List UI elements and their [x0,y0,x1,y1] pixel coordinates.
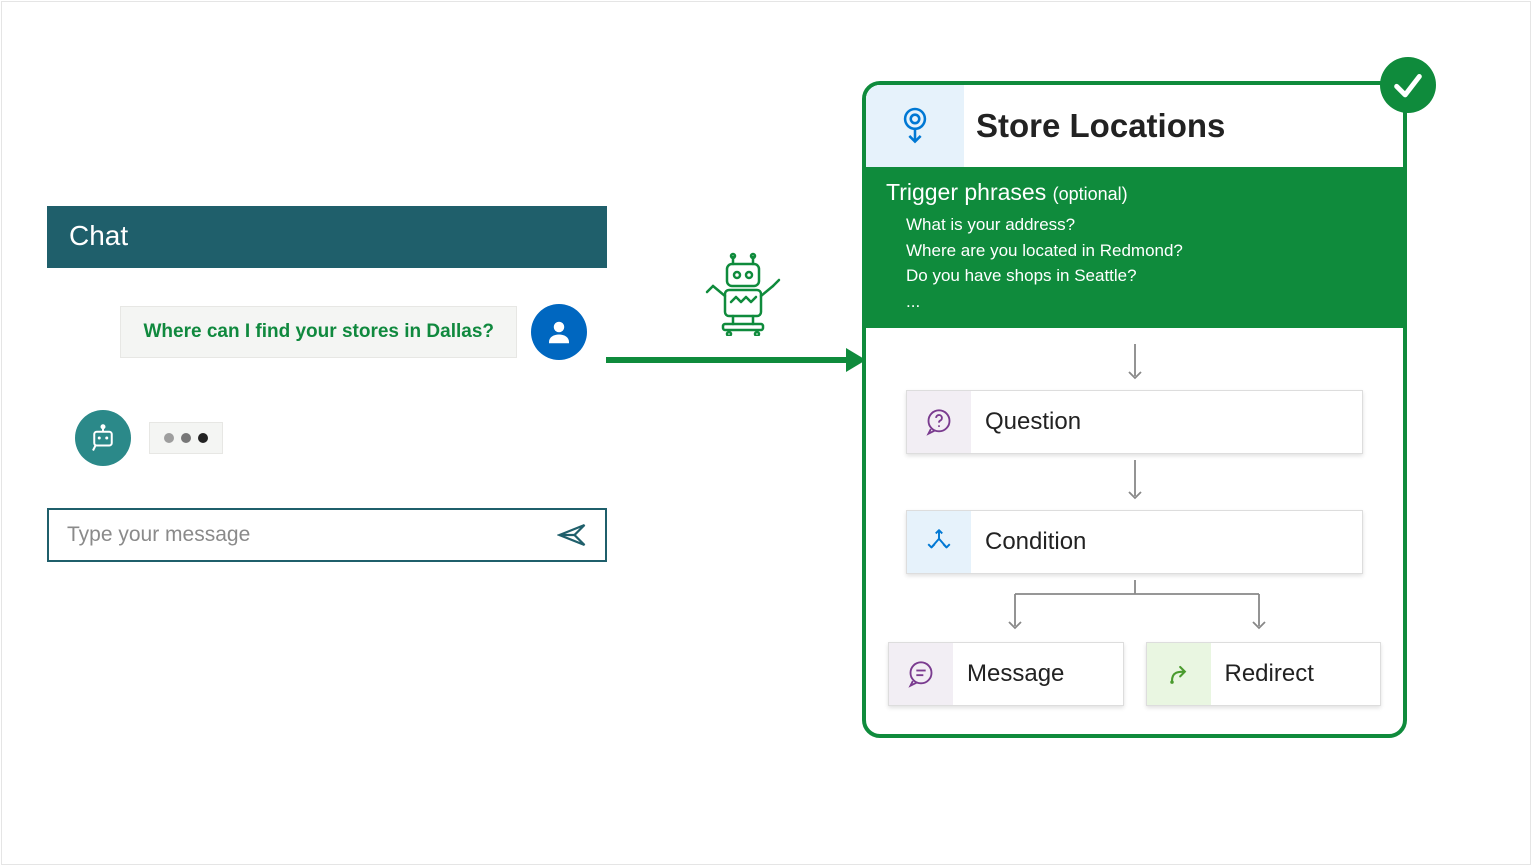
redirect-icon [1165,660,1193,688]
trigger-heading: Trigger phrases (optional) [886,179,1383,206]
flow-title: Store Locations [964,85,1403,167]
bot-avatar [75,410,131,466]
flow-branch-row: Message Redirect [888,642,1381,706]
flow-arrow [606,340,866,380]
branch-icon [926,528,952,556]
chat-body: Where can I find your stores in Dallas? [47,268,607,508]
chat-question-icon [925,408,953,436]
checkmark-icon [1391,68,1425,102]
user-avatar-icon [544,317,574,347]
chat-header: Chat [47,206,607,268]
trigger-phrase: Where are you located in Redmond? [906,238,1383,264]
user-message-row: Where can I find your stores in Dallas? [75,304,587,360]
redirect-node-label: Redirect [1211,643,1381,705]
robot-icon [705,252,781,341]
topic-flow-card: Store Locations Trigger phrases (optiona… [862,81,1407,738]
flow-connector [888,460,1381,504]
typing-dot [181,433,191,443]
typing-indicator [149,422,223,454]
user-message-text: Where can I find your stores in Dallas? [143,321,494,342]
chat-window: Chat Where can I find your stores in Dal… [47,206,607,562]
flow-body: Question Condition [866,328,1403,734]
condition-node-label: Condition [971,511,1362,573]
trigger-heading-text: Trigger phrases [886,179,1046,205]
flow-title-row: Store Locations [866,85,1403,167]
trigger-phrase: Do you have shops in Seattle? [906,263,1383,289]
chat-message-icon [907,660,935,688]
flow-connector [888,344,1381,384]
send-icon[interactable] [557,522,587,548]
trigger-phrase: What is your address? [906,212,1383,238]
trigger-phrases-section: Trigger phrases (optional) What is your … [866,167,1403,328]
question-node[interactable]: Question [906,390,1363,454]
trigger-icon [898,106,932,146]
typing-dot [164,433,174,443]
trigger-phrases-list: What is your address? Where are you loca… [886,206,1383,314]
message-node-label: Message [953,643,1123,705]
message-node[interactable]: Message [888,642,1124,706]
typing-dot [198,433,208,443]
trigger-optional-text: (optional) [1053,184,1128,204]
trigger-phrase: ... [906,289,1383,315]
chat-title: Chat [69,220,128,251]
chat-input[interactable] [67,523,557,547]
redirect-node[interactable]: Redirect [1146,642,1382,706]
question-node-label: Question [971,391,1362,453]
condition-node[interactable]: Condition [906,510,1363,574]
user-message-bubble: Where can I find your stores in Dallas? [120,306,517,358]
bot-typing-row [75,410,587,466]
flow-branch-connector [888,580,1381,636]
chat-input-row [47,508,607,562]
bot-avatar-icon [88,423,118,453]
trigger-icon-box [866,85,964,167]
success-badge [1380,57,1436,113]
user-avatar [531,304,587,360]
